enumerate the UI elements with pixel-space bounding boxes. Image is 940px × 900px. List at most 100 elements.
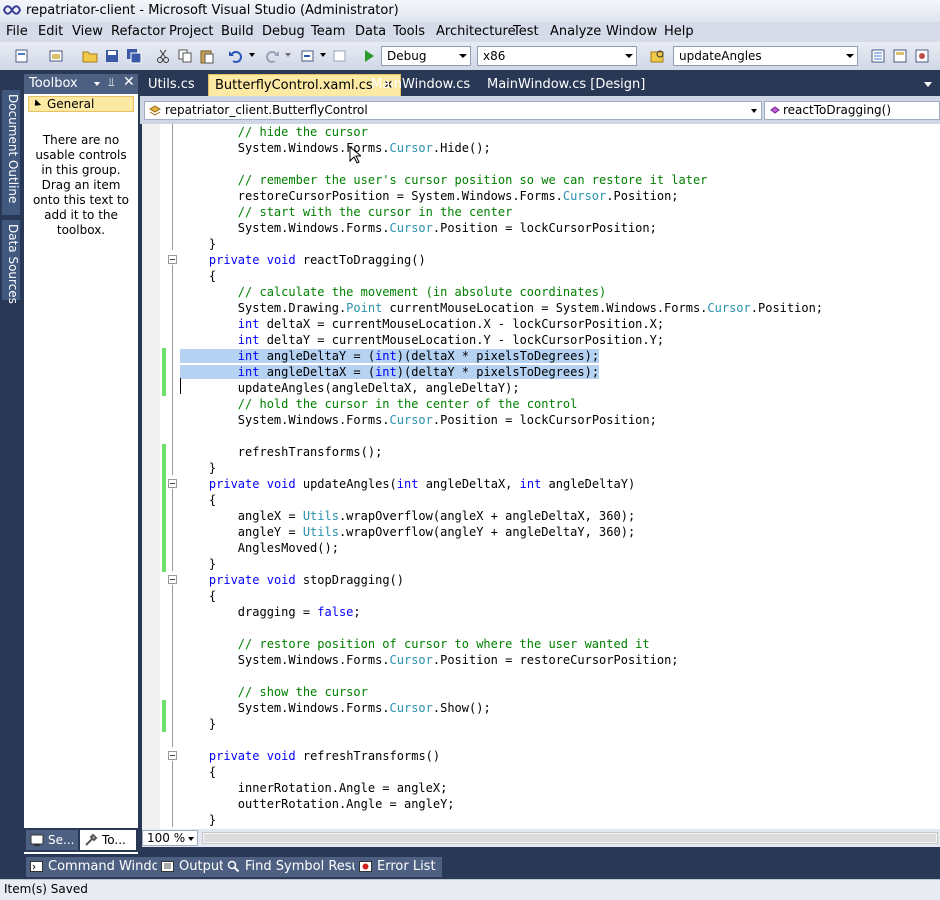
- undo-dropdown-icon[interactable]: [249, 53, 255, 57]
- start-debugging-icon[interactable]: [361, 48, 377, 64]
- code-line[interactable]: private void updateAngles(int angleDelta…: [142, 476, 940, 492]
- code-line[interactable]: System.Windows.Forms.Cursor.Show();: [142, 700, 940, 716]
- navigate-forward-icon[interactable]: [332, 48, 348, 64]
- code-editor[interactable]: // hide the cursor System.Windows.Forms.…: [142, 124, 940, 829]
- save-icon[interactable]: [104, 48, 120, 64]
- menu-architecture[interactable]: Architecture: [436, 24, 516, 39]
- code-line[interactable]: innerRotation.Angle = angleX;: [142, 780, 940, 796]
- redo-icon[interactable]: [264, 48, 280, 64]
- output-tab[interactable]: Output: [157, 857, 231, 877]
- code-line[interactable]: System.Windows.Forms.Cursor.Position = l…: [142, 412, 940, 428]
- redo-dropdown-icon[interactable]: [285, 53, 291, 57]
- undo-icon[interactable]: [228, 48, 244, 64]
- toolbox-tab[interactable]: To...: [80, 830, 136, 850]
- code-line[interactable]: int angleDeltaX = (int)(deltaY * pixelsT…: [142, 364, 940, 380]
- navigate-backward-dropdown-icon[interactable]: [320, 53, 326, 57]
- code-line[interactable]: // start with the cursor in the center: [142, 204, 940, 220]
- toolbox-group-general[interactable]: General: [28, 96, 134, 112]
- horizontal-scrollbar-thumb[interactable]: [204, 834, 936, 842]
- code-line[interactable]: }: [142, 460, 940, 476]
- cut-icon[interactable]: [155, 48, 171, 64]
- close-icon[interactable]: ✕: [123, 74, 135, 90]
- new-project-icon[interactable]: [14, 48, 30, 64]
- code-line[interactable]: refreshTransforms();: [142, 444, 940, 460]
- command-window-tab[interactable]: Command Window: [26, 857, 177, 877]
- code-line[interactable]: }: [142, 716, 940, 732]
- code-line[interactable]: updateAngles(angleDeltaX, angleDeltaY);: [142, 380, 940, 396]
- code-line[interactable]: System.Windows.Forms.Cursor.Position = l…: [142, 220, 940, 236]
- code-line[interactable]: angleX = Utils.wrapOverflow(angleX + ang…: [142, 508, 940, 524]
- collapse-icon[interactable]: [168, 575, 177, 584]
- pin-icon[interactable]: ⫫: [108, 75, 115, 90]
- tab-mainwindow-cs[interactable]: MainWindow.cs: [365, 74, 476, 96]
- code-line[interactable]: private void refreshTransforms(): [142, 748, 940, 764]
- save-all-icon[interactable]: [126, 48, 142, 64]
- code-line[interactable]: angleY = Utils.wrapOverflow(angleY + ang…: [142, 524, 940, 540]
- code-line[interactable]: private void stopDragging(): [142, 572, 940, 588]
- find-combo[interactable]: updateAngles: [673, 46, 858, 66]
- code-line[interactable]: {: [142, 268, 940, 284]
- code-line[interactable]: AnglesMoved();: [142, 540, 940, 556]
- menu-window[interactable]: Window: [606, 24, 657, 39]
- solution-explorer-icon[interactable]: [870, 48, 886, 64]
- menu-tools[interactable]: Tools: [393, 24, 425, 39]
- code-line[interactable]: {: [142, 492, 940, 508]
- code-line[interactable]: [142, 620, 940, 636]
- menu-team[interactable]: Team: [311, 24, 345, 39]
- document-outline-tab[interactable]: Document Outline: [2, 90, 20, 215]
- copy-icon[interactable]: [177, 48, 193, 64]
- tab-overflow-icon[interactable]: [924, 82, 932, 87]
- code-line[interactable]: // show the cursor: [142, 684, 940, 700]
- server-explorer-tab[interactable]: Se...: [26, 830, 78, 850]
- type-dropdown[interactable]: repatriator_client.ButterflyControl: [144, 101, 762, 120]
- code-line[interactable]: }: [142, 236, 940, 252]
- solution-configuration-combo[interactable]: Debug: [381, 46, 471, 66]
- code-line[interactable]: [142, 732, 940, 748]
- code-line[interactable]: System.Drawing.Point currentMouseLocatio…: [142, 300, 940, 316]
- code-line[interactable]: [142, 668, 940, 684]
- member-dropdown[interactable]: reactToDragging(): [764, 101, 940, 120]
- add-item-icon[interactable]: [48, 48, 64, 64]
- code-line[interactable]: }: [142, 556, 940, 572]
- collapse-icon[interactable]: [168, 255, 177, 264]
- menu-project[interactable]: Project: [169, 24, 213, 39]
- code-line[interactable]: // hold the cursor in the center of the …: [142, 396, 940, 412]
- menu-file[interactable]: File: [6, 24, 28, 39]
- object-browser-icon[interactable]: [914, 48, 930, 64]
- code-line[interactable]: [142, 428, 940, 444]
- data-sources-tab[interactable]: Data Sources: [2, 220, 20, 304]
- menu-edit[interactable]: Edit: [38, 24, 63, 39]
- code-line[interactable]: dragging = false;: [142, 604, 940, 620]
- code-line[interactable]: int angleDeltaY = (int)(deltaX * pixelsT…: [142, 348, 940, 364]
- code-line[interactable]: // remember the user's cursor position s…: [142, 172, 940, 188]
- paste-icon[interactable]: [199, 48, 215, 64]
- menu-build[interactable]: Build: [221, 24, 254, 39]
- menu-view[interactable]: View: [72, 24, 103, 39]
- code-line[interactable]: [142, 156, 940, 172]
- find-in-files-icon[interactable]: [650, 48, 666, 64]
- code-line[interactable]: outterRotation.Angle = angleY;: [142, 796, 940, 812]
- collapse-icon[interactable]: [168, 751, 177, 760]
- code-line[interactable]: int deltaX = currentMouseLocation.X - lo…: [142, 316, 940, 332]
- code-line[interactable]: }: [142, 812, 940, 828]
- horizontal-scrollbar[interactable]: [202, 832, 938, 844]
- tab-utils-cs[interactable]: Utils.cs: [142, 74, 201, 96]
- code-line[interactable]: {: [142, 588, 940, 604]
- code-line[interactable]: // restore position of cursor to where t…: [142, 636, 940, 652]
- menu-data[interactable]: Data: [355, 24, 386, 39]
- code-line[interactable]: System.Windows.Forms.Cursor.Position = r…: [142, 652, 940, 668]
- error-list-tab[interactable]: Error List: [355, 857, 442, 877]
- collapse-icon[interactable]: [168, 479, 177, 488]
- tab-mainwindow-design[interactable]: MainWindow.cs [Design]: [481, 74, 651, 96]
- window-position-icon[interactable]: [94, 82, 100, 86]
- properties-window-icon[interactable]: [892, 48, 908, 64]
- menu-analyze[interactable]: Analyze: [550, 24, 601, 39]
- code-line[interactable]: // hide the cursor: [142, 124, 940, 140]
- code-line[interactable]: {: [142, 764, 940, 780]
- code-line[interactable]: restoreCursorPosition = System.Windows.F…: [142, 188, 940, 204]
- code-line[interactable]: private void reactToDragging(): [142, 252, 940, 268]
- code-line[interactable]: // calculate the movement (in absolute c…: [142, 284, 940, 300]
- code-line[interactable]: int deltaY = currentMouseLocation.Y - lo…: [142, 332, 940, 348]
- menu-debug[interactable]: Debug: [262, 24, 305, 39]
- menu-help[interactable]: Help: [664, 24, 694, 39]
